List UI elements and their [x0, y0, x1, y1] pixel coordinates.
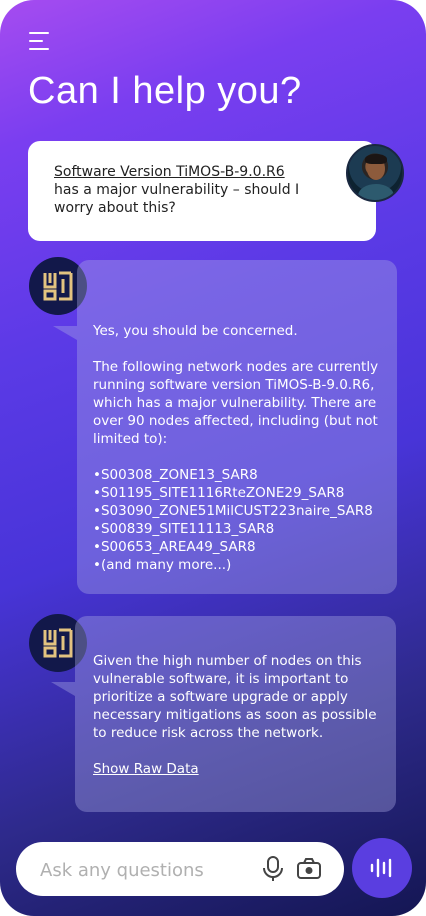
microphone-icon[interactable] [262, 856, 284, 886]
node-list-item: •S00653_AREA49_SAR8 [93, 539, 256, 555]
assistant-message-bubble: Given the high number of nodes on this v… [51, 616, 396, 812]
voice-waveform-icon [370, 858, 392, 878]
camera-icon[interactable] [296, 858, 322, 884]
voice-input-button[interactable] [352, 838, 412, 898]
show-raw-data-link[interactable]: Show Raw Data [93, 761, 199, 777]
hamburger-menu-icon[interactable] [29, 32, 50, 52]
user-message-bubble: Software Version TiMOS-B-9.0.R6 has a ma… [28, 141, 376, 241]
node-list-item: •S00308_ZONE13_SAR8 [93, 467, 258, 483]
question-input[interactable] [38, 856, 252, 884]
assistant-message-bubble: Yes, you should be concerned. The follow… [53, 260, 397, 594]
assistant-lead-text: Yes, you should be concerned. [93, 323, 298, 339]
node-list-item: •S01195_SITE1116RteZONE29_SAR8 [93, 485, 345, 501]
software-version-link[interactable]: Software Version TiMOS-B-9.0.R6 [54, 164, 285, 180]
page-title: Can I help you? [28, 70, 302, 112]
app-screen: Can I help you? Software Version TiMOS-B… [0, 0, 426, 916]
node-list-item: •S03090_ZONE51MilCUST223naire_SAR8 [93, 503, 373, 519]
user-avatar [346, 144, 404, 202]
node-list-item: •S00839_SITE11113_SAR8 [93, 521, 275, 537]
assistant-body-text: Given the high number of nodes on this v… [93, 653, 377, 741]
user-message-text: has a major vulnerability – should I wor… [54, 182, 300, 216]
message-composer [16, 842, 344, 896]
assistant-body-text: The following network nodes are currentl… [93, 359, 379, 447]
node-list-item: •(and many more...) [93, 557, 232, 573]
